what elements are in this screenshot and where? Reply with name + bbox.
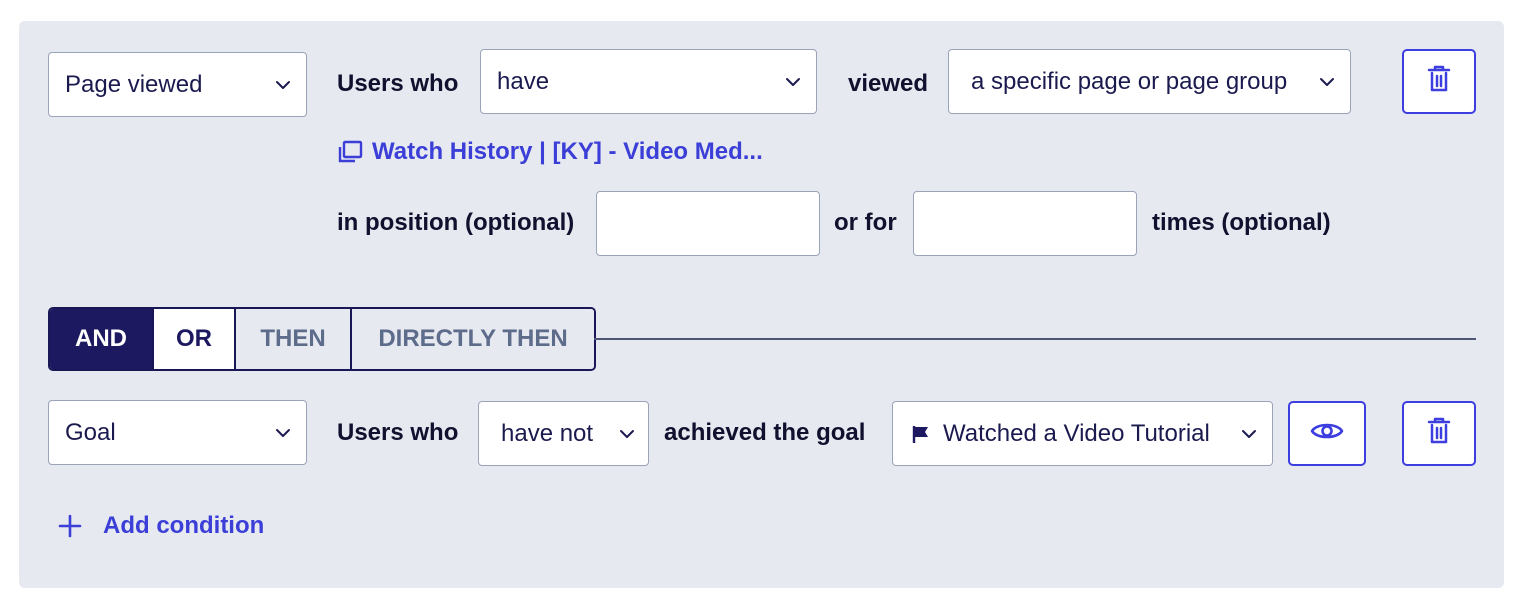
times-input[interactable] — [913, 191, 1137, 256]
or-for-label: or for — [834, 209, 897, 236]
condition-type-value: Goal — [65, 418, 116, 446]
times-label: times (optional) — [1152, 209, 1331, 236]
chevron-down-icon — [1240, 425, 1258, 443]
eye-icon — [1310, 420, 1344, 447]
condition-type-select[interactable]: Page viewed — [48, 52, 307, 117]
users-who-label: Users who — [337, 419, 459, 446]
users-who-label: Users who — [337, 70, 459, 97]
chevron-down-icon — [1318, 73, 1336, 91]
pages-icon — [337, 140, 363, 164]
logic-connector-group: AND OR THEN DIRECTLY THEN — [48, 307, 596, 371]
delete-condition-button[interactable] — [1402, 401, 1476, 466]
condition-type-value: Page viewed — [65, 70, 203, 98]
position-label: in position (optional) — [337, 209, 575, 236]
connector-and-button[interactable]: AND — [50, 309, 154, 369]
add-condition-label: Add condition — [103, 512, 265, 539]
have-not-select-value: have not — [501, 419, 594, 447]
page-scope-select[interactable]: a specific page or page group — [948, 49, 1351, 114]
viewed-label: viewed — [848, 70, 929, 97]
add-condition-button[interactable]: Add condition — [58, 512, 264, 540]
chevron-down-icon — [784, 73, 802, 91]
chevron-down-icon — [274, 424, 292, 442]
connector-directly-then-button[interactable]: DIRECTLY THEN — [352, 309, 594, 369]
trash-icon — [1427, 417, 1451, 450]
page-scope-value: a specific page or page group — [971, 67, 1288, 95]
page-group-link-text: Watch History | [KY] - Video Med... — [372, 138, 763, 165]
chevron-down-icon — [618, 425, 636, 443]
have-not-select[interactable]: have not — [478, 401, 649, 466]
position-input[interactable] — [596, 191, 820, 256]
have-select[interactable]: have — [480, 49, 817, 114]
connector-or-button[interactable]: OR — [154, 309, 236, 369]
condition-type-select[interactable]: Goal — [48, 400, 307, 465]
connector-divider — [594, 338, 1476, 340]
flag-icon — [911, 424, 931, 444]
preview-goal-button[interactable] — [1288, 401, 1366, 466]
achieved-goal-label: achieved the goal — [664, 419, 866, 446]
delete-condition-button[interactable] — [1402, 49, 1476, 114]
trash-icon — [1427, 65, 1451, 98]
page-group-link[interactable]: Watch History | [KY] - Video Med... — [337, 138, 763, 166]
connector-then-button[interactable]: THEN — [236, 309, 352, 369]
have-select-value: have — [497, 67, 550, 95]
plus-icon — [58, 514, 82, 538]
chevron-down-icon — [274, 76, 292, 94]
goal-select[interactable]: Watched a Video Tutorial — [892, 401, 1273, 466]
goal-select-value: Watched a Video Tutorial — [943, 419, 1210, 447]
